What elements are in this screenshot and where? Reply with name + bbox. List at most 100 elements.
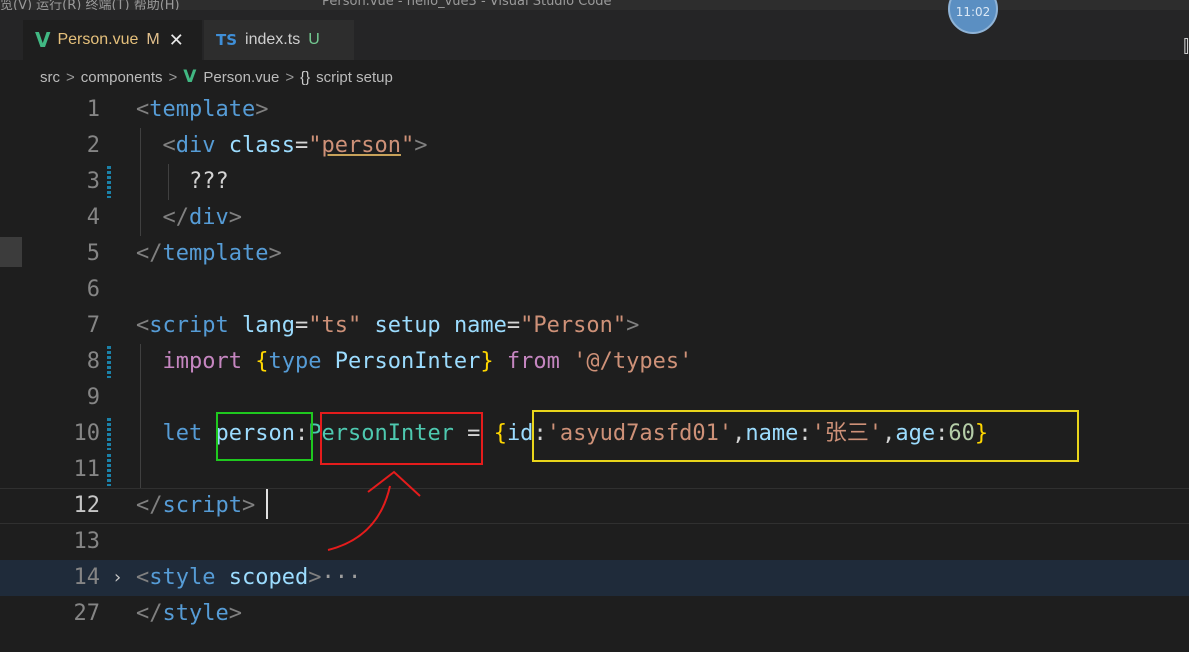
code-line[interactable]: 5 </template>	[0, 236, 1189, 272]
code-token: ···	[321, 565, 362, 590]
menu-bar[interactable]: 览(V) 运行(R) 终端(T) 帮助(H)	[0, 0, 180, 10]
code-line[interactable]: 6	[0, 272, 1189, 308]
annotation-box-red	[320, 412, 483, 465]
code-token: name	[453, 313, 507, 338]
code-token: >	[228, 205, 242, 230]
code-line[interactable]: 13	[0, 524, 1189, 560]
code-token: script	[149, 313, 229, 338]
code-token: </	[136, 601, 163, 626]
line-number: 5	[86, 241, 100, 266]
code-line[interactable]: 12 </script>	[0, 488, 1189, 524]
code-line[interactable]: 14 › <style scoped>···	[0, 560, 1189, 596]
code-token: id	[506, 421, 534, 446]
breadcrumb-item-src[interactable]: src	[40, 69, 60, 86]
braces-icon: {}	[300, 68, 311, 86]
code-token: ???	[136, 169, 229, 194]
code-token: person	[321, 133, 401, 158]
code-token: =	[506, 313, 521, 338]
close-icon[interactable]: ✕	[169, 30, 184, 51]
editor-tab-bar: V Person.vue M ✕ TS index.ts U ⫿	[0, 10, 1189, 60]
code-token: <	[162, 133, 176, 158]
title-bar: 览(V) 运行(R) 终端(T) 帮助(H) Person.vue - hell…	[0, 0, 1189, 10]
code-token: setup	[374, 313, 441, 338]
vue-logo-icon: V	[35, 28, 51, 52]
code-line[interactable]: 7 <script lang="ts" setup name="Person">	[0, 308, 1189, 344]
tab-index-ts[interactable]: TS index.ts U	[204, 20, 354, 60]
code-token: lang	[241, 313, 295, 338]
code-text: </div>	[136, 200, 243, 236]
arrow-head	[367, 470, 421, 497]
code-token: }	[480, 349, 494, 374]
git-change-indicator[interactable]	[107, 418, 111, 450]
annotation-box-yellow	[532, 410, 1079, 462]
annotation-box-green	[216, 412, 313, 461]
code-token: >	[228, 601, 242, 626]
breadcrumb: src > components > V Person.vue > {} scr…	[0, 60, 1189, 94]
breadcrumb-item-file[interactable]: Person.vue	[203, 69, 279, 86]
line-number: 10	[73, 421, 101, 446]
git-change-indicator[interactable]	[107, 346, 111, 378]
breadcrumb-item-components[interactable]: components	[81, 69, 163, 86]
code-text: <template>	[136, 92, 268, 128]
code-text: ???	[136, 164, 229, 200]
code-text: <style scoped>···	[136, 560, 361, 596]
breadcrumb-item-script-setup[interactable]: script setup	[316, 69, 393, 86]
text-cursor	[266, 489, 268, 519]
line-number: 14	[73, 565, 101, 590]
indent-guide	[140, 452, 141, 488]
code-line[interactable]: 1 <template>	[0, 92, 1189, 128]
line-number: 4	[86, 205, 100, 230]
line-number: 12	[73, 493, 101, 518]
code-token: >	[268, 241, 282, 266]
code-token: {	[493, 421, 507, 446]
code-token: "	[400, 133, 415, 158]
code-line[interactable]: 27 </style>	[0, 596, 1189, 632]
code-token: '@/types'	[573, 349, 693, 374]
chevron-right-icon: >	[285, 68, 295, 86]
line-number: 3	[86, 169, 100, 194]
code-text: <script lang="ts" setup name="Person">	[136, 308, 639, 344]
code-token: type	[268, 349, 322, 374]
code-line[interactable]: 3 ???	[0, 164, 1189, 200]
code-editor[interactable]: 1 <template> 2 <div class="person"> 3 ??? 4 …	[0, 92, 1189, 652]
line-number: 27	[73, 601, 101, 626]
code-token: style	[162, 601, 229, 626]
code-token: {	[255, 349, 269, 374]
code-token: div	[175, 133, 216, 158]
code-text: import {type PersonInter} from '@/types'	[136, 344, 693, 380]
code-token: =	[294, 133, 309, 158]
code-line[interactable]: 8 import {type PersonInter} from '@/type…	[0, 344, 1189, 380]
ts-icon: TS	[216, 31, 238, 49]
tab-person-vue[interactable]: V Person.vue M ✕	[23, 20, 202, 60]
tab-modified-badge: M	[146, 31, 160, 48]
code-token: PersonInter	[334, 349, 481, 374]
code-token: template	[149, 97, 256, 122]
chevron-right-icon[interactable]: ›	[112, 560, 123, 596]
code-line[interactable]: 4 </div>	[0, 200, 1189, 236]
code-token: script	[162, 493, 242, 518]
code-text: </template>	[136, 236, 282, 272]
tab-label: Person.vue	[57, 31, 139, 48]
indent-guide	[140, 380, 141, 416]
tab-label: index.ts	[245, 31, 301, 48]
split-editor-icon[interactable]: ⫿	[1183, 36, 1189, 57]
line-number: 9	[86, 385, 100, 410]
code-token: scoped	[228, 565, 309, 590]
chevron-right-icon: >	[168, 68, 178, 86]
code-token: from	[506, 349, 560, 374]
code-line[interactable]: 2 <div class="person">	[0, 128, 1189, 164]
git-change-indicator[interactable]	[107, 166, 111, 198]
code-token: <	[136, 565, 150, 590]
window-title: Person.vue - hello_vue3 - Visual Studio …	[322, 0, 612, 9]
line-number: 8	[86, 349, 100, 374]
code-token: >	[626, 313, 640, 338]
git-change-indicator[interactable]	[107, 454, 111, 486]
